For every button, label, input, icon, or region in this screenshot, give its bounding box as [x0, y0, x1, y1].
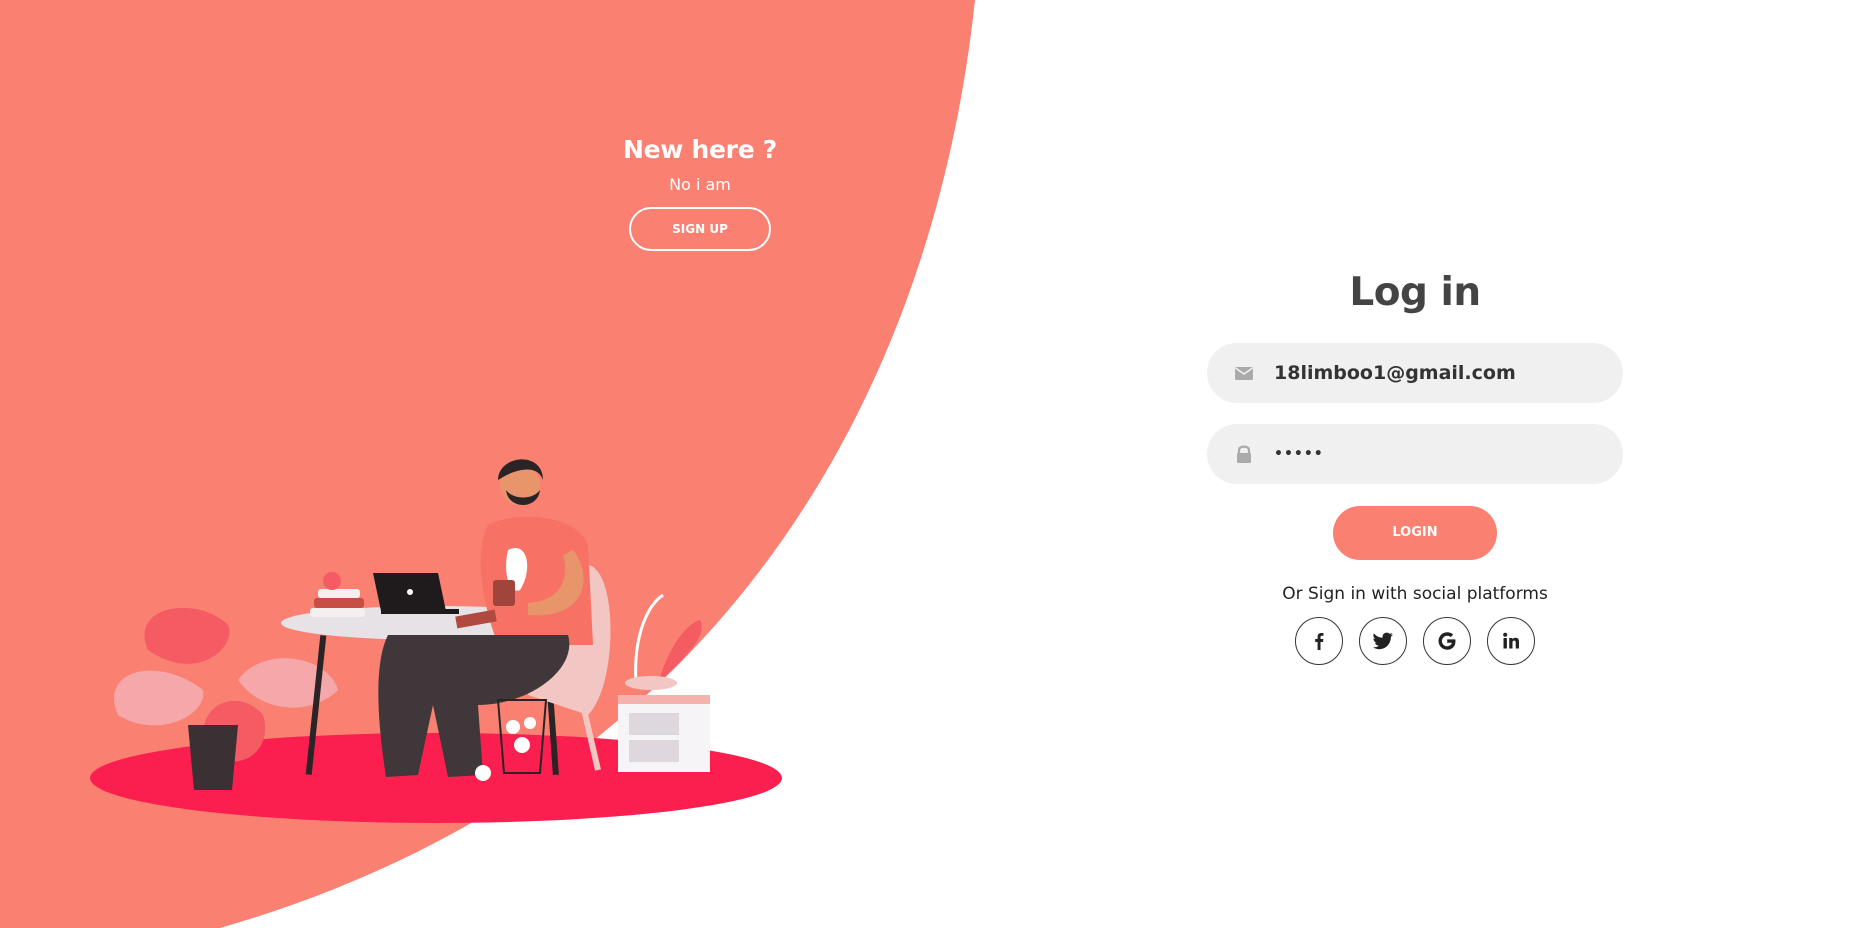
- book: [310, 608, 365, 617]
- signup-panel: New here ? No i am SIGN UP: [580, 135, 820, 251]
- password-value[interactable]: •••••: [1274, 424, 1324, 484]
- envelope-icon: [1235, 367, 1253, 380]
- apple: [323, 572, 341, 590]
- email-field[interactable]: 18limboo1@gmail.com: [1207, 343, 1623, 403]
- email-value[interactable]: 18limboo1@gmail.com: [1274, 343, 1516, 403]
- plant-pot: [188, 725, 238, 790]
- google-button[interactable]: [1423, 617, 1471, 665]
- book: [318, 589, 360, 598]
- linkedin-button[interactable]: [1487, 617, 1535, 665]
- password-field[interactable]: •••••: [1207, 424, 1623, 484]
- plant-leaf: [144, 607, 230, 664]
- login-title: Log in: [1349, 270, 1481, 315]
- twitter-icon: [1372, 632, 1393, 650]
- login-page: New here ? No i am SIGN UP Log in 18limb…: [0, 0, 1871, 928]
- facebook-button[interactable]: [1295, 617, 1343, 665]
- coffee-cup: [493, 580, 515, 606]
- plant-leaf: [114, 670, 204, 726]
- desk-illustration: [90, 459, 782, 823]
- signup-subtitle: No i am: [669, 175, 731, 194]
- social-buttons: [1207, 617, 1623, 665]
- lock-icon: [1237, 445, 1251, 463]
- login-form: Log in 18limboo1@gmail.com ••••• LOGIN O…: [1207, 270, 1623, 665]
- login-button[interactable]: LOGIN: [1333, 506, 1497, 560]
- book: [314, 598, 364, 608]
- signup-title: New here ?: [623, 135, 777, 164]
- twitter-button[interactable]: [1359, 617, 1407, 665]
- linkedin-icon: [1503, 632, 1519, 649]
- social-signin-text: Or Sign in with social platforms: [1282, 584, 1548, 604]
- signup-button[interactable]: SIGN UP: [629, 207, 771, 251]
- google-icon: [1438, 632, 1456, 650]
- facebook-icon: [1315, 633, 1324, 650]
